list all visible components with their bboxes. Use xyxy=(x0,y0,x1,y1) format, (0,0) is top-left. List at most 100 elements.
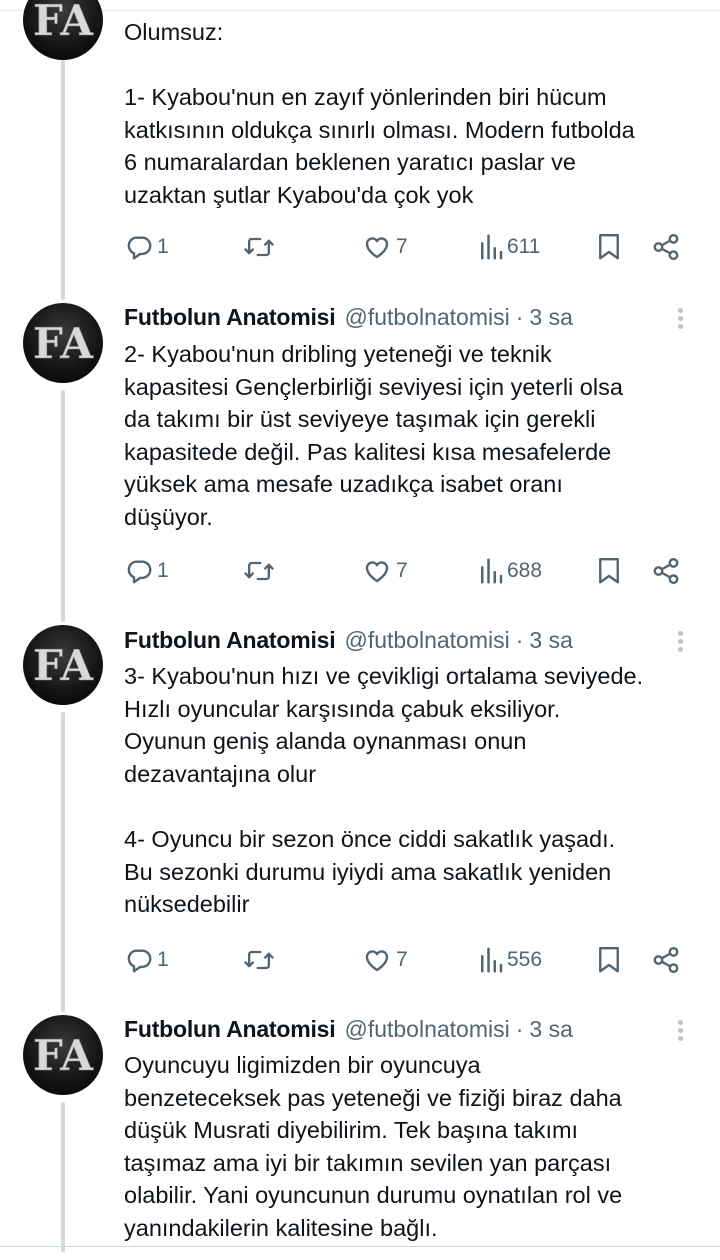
separator-dot: · xyxy=(515,1015,524,1042)
share-button[interactable] xyxy=(651,551,681,591)
views-button[interactable]: 688 xyxy=(478,551,542,591)
bookmark-button[interactable] xyxy=(596,227,622,267)
repost-icon xyxy=(243,232,275,262)
view-count: 611 xyxy=(507,235,541,258)
like-button[interactable]: 7 xyxy=(361,940,408,980)
author-name[interactable]: Futbolun Anatomisi xyxy=(124,1016,336,1043)
tweet-text-line: katkısının oldukça sınırlı olması. Moder… xyxy=(124,116,635,143)
repost-button[interactable] xyxy=(243,940,275,980)
tweet-text-line: taşımaz ama iyi bir takımın sevilen yan … xyxy=(124,1149,612,1176)
avatar-logo: FA xyxy=(33,0,94,45)
tweet-text-line: kapasitede değil. Pas kalitesi kısa mesa… xyxy=(124,438,612,465)
reply-button[interactable]: 1 xyxy=(124,551,169,591)
action-bar: 1 7 611 xyxy=(0,227,720,267)
reply-icon xyxy=(124,945,154,975)
tweet-text-line: dezavantajına olur xyxy=(124,760,317,787)
bookmark-icon xyxy=(596,556,622,586)
reply-icon xyxy=(124,556,154,586)
reply-count: 1 xyxy=(157,235,169,258)
avatar[interactable]: FA xyxy=(23,303,103,383)
views-button[interactable]: 556 xyxy=(478,940,542,980)
avatar-logo: FA xyxy=(33,319,94,368)
tweet-text-line: yüksek ama mesafe uzadıkça isabet oranı xyxy=(124,471,563,498)
bar-chart-icon xyxy=(478,945,504,975)
more-options-icon[interactable] xyxy=(672,628,688,658)
share-button[interactable] xyxy=(651,227,681,267)
top-divider xyxy=(0,10,720,11)
bookmark-icon xyxy=(596,945,622,975)
like-count: 7 xyxy=(396,559,408,582)
separator-dot: · xyxy=(515,626,524,653)
share-button[interactable] xyxy=(651,940,681,980)
view-count: 688 xyxy=(507,559,543,582)
heart-icon xyxy=(361,556,393,586)
heart-icon xyxy=(361,945,393,975)
tweet-text-line: 1- Kyabou'nun en zayıf yönlerinden biri … xyxy=(124,84,607,111)
share-icon xyxy=(651,232,681,262)
avatar-logo: FA xyxy=(33,641,94,690)
share-icon xyxy=(651,945,681,975)
reply-button[interactable]: 1 xyxy=(124,940,169,980)
more-options-icon[interactable] xyxy=(672,305,688,335)
heart-icon xyxy=(361,232,393,262)
author-handle[interactable]: @futbolnatomisi xyxy=(344,627,509,654)
tweet-text-line: 6 numaralardan beklenen yaratıcı paslar … xyxy=(124,149,576,176)
tweet-text-line: uzaktan şutlar Kyabou'da çok yok xyxy=(124,181,474,208)
avatar[interactable]: FA xyxy=(23,1015,103,1095)
repost-button[interactable] xyxy=(243,227,275,267)
like-count: 7 xyxy=(396,235,408,258)
reply-button[interactable]: 1 xyxy=(124,227,169,267)
avatar-logo: FA xyxy=(33,1031,94,1080)
tweet-text-line: yanındakilerin kalitesine bağlı. xyxy=(124,1214,438,1241)
bookmark-icon xyxy=(596,232,622,262)
tweet-header: Futbolun Anatomisi @futbolnatomisi · 3 sa xyxy=(124,625,573,655)
tweet-text-line: 4- Oyuncu bir sezon önce ciddi sakatlık … xyxy=(124,825,616,852)
avatar[interactable]: FA xyxy=(23,625,103,705)
tweet-text-line: Hızlı oyuncular karşısında çabuk eksiliy… xyxy=(124,695,561,722)
tweet-text-line: 2- Kyabou'nun dribling yeteneği ve tekni… xyxy=(124,341,552,367)
tweet-text-line: nüksedebilir xyxy=(124,891,250,918)
author-handle[interactable]: @futbolnatomisi xyxy=(344,304,509,331)
timestamp[interactable]: 3 sa xyxy=(529,1016,572,1043)
like-button[interactable]: 7 xyxy=(361,227,408,267)
bar-chart-icon xyxy=(478,556,504,586)
action-bar: 1 7 688 xyxy=(0,551,720,591)
tweet-text: Oyuncuyu ligimizden bir oyuncuya benzetec… xyxy=(124,1049,704,1245)
like-count: 7 xyxy=(396,948,408,971)
tweet-header: Futbolun Anatomisi @futbolnatomisi · 3 sa xyxy=(124,302,573,332)
tweet-text-line: 3- Kyabou'nun hızı ve çevikligi ortalama… xyxy=(124,663,644,689)
tweet-header: Futbolun Anatomisi @futbolnatomisi · 3 sa xyxy=(124,1014,573,1044)
repost-icon xyxy=(243,945,275,975)
author-name[interactable]: Futbolun Anatomisi xyxy=(124,304,336,331)
tweet-text-line: da takımı bir üst seviyeye taşımak için … xyxy=(124,406,596,433)
tweet-text-line: düşüyor. xyxy=(124,503,213,530)
like-button[interactable]: 7 xyxy=(361,551,408,591)
more-options-icon[interactable] xyxy=(672,1017,688,1047)
avatar[interactable]: FA xyxy=(23,0,103,60)
repost-button[interactable] xyxy=(243,551,275,591)
views-button[interactable]: 611 xyxy=(478,227,540,267)
tweet-text-line: kapasitesi Gençlerbirliği seviyesi için … xyxy=(124,373,623,400)
bar-chart-icon xyxy=(478,232,504,262)
tweet-text: 2- Kyabou'nun dribling yeteneği ve tekni… xyxy=(124,338,704,534)
bookmark-button[interactable] xyxy=(596,551,622,591)
action-bar: 1 7 556 xyxy=(0,940,720,980)
share-icon xyxy=(651,556,681,586)
thread-line xyxy=(61,1102,65,1252)
tweet-text-line: benzeteceksek pas yeteneği ve fiziği bir… xyxy=(124,1084,622,1111)
tweet-text: Olumsuz: 1- Kyabou'nun en zayıf yönlerind… xyxy=(124,16,704,212)
timestamp[interactable]: 3 sa xyxy=(529,627,572,654)
tweet-text-line: Oyunun geniş alanda oynanması onun xyxy=(124,728,527,755)
reply-count: 1 xyxy=(157,948,169,971)
view-count: 556 xyxy=(507,948,543,971)
tweet-text-line: olabilir. Yani oyuncunun durumu oynatıla… xyxy=(124,1182,623,1209)
tweet-text-line: düşük Musrati diyebilirim. Tek başına ta… xyxy=(124,1117,579,1144)
author-name[interactable]: Futbolun Anatomisi xyxy=(124,627,336,654)
tweet-text-line: Olumsuz: xyxy=(124,19,224,45)
tweet-text-line: Bu sezonki durumu iyiydi ama sakatlık ye… xyxy=(124,858,612,885)
timestamp[interactable]: 3 sa xyxy=(529,304,572,331)
bottom-divider xyxy=(0,1246,720,1247)
author-handle[interactable]: @futbolnatomisi xyxy=(344,1016,509,1043)
bookmark-button[interactable] xyxy=(596,940,622,980)
reply-icon xyxy=(124,232,154,262)
